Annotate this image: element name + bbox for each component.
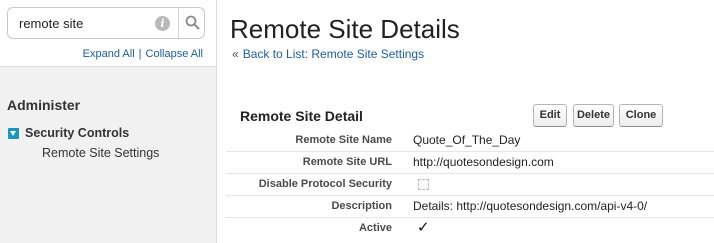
field-label: Description xyxy=(331,200,392,212)
link-separator: | xyxy=(138,48,142,60)
search-button[interactable] xyxy=(178,8,204,38)
sidebar-divider xyxy=(216,0,217,243)
tree-node-security-controls[interactable]: Security Controls xyxy=(8,125,129,141)
sidebar-search-area: i Expand All| Collapse All xyxy=(0,0,217,66)
back-to-list-link[interactable]: Back to List: Remote Site Settings xyxy=(243,47,424,61)
field-label: Active xyxy=(358,222,392,234)
detail-row-disable-protocol-security: Disable Protocol Security xyxy=(226,174,714,196)
expand-collapse-controls: Expand All | Collapse All xyxy=(0,48,203,60)
search-box[interactable]: i xyxy=(7,7,205,39)
section-title: Remote Site Detail xyxy=(240,108,363,124)
field-label: Disable Protocol Security xyxy=(258,178,392,190)
breadcrumb: « Back to List: Remote Site Settings xyxy=(232,47,424,61)
detail-row-remote-site-url: Remote Site URL http://quotesondesign.co… xyxy=(226,152,714,174)
unchecked-checkbox-icon xyxy=(418,179,429,190)
expand-all-link[interactable]: Expand All xyxy=(83,48,135,60)
tree-item-remote-site-settings[interactable]: Remote Site Settings xyxy=(42,146,159,160)
detail-row-description: Description Details: http://quotesondesi… xyxy=(226,196,714,218)
field-label: Remote Site Name xyxy=(295,134,392,146)
sidebar: i Expand All| Collapse All Administer Sec… xyxy=(0,0,217,243)
field-label: Remote Site URL xyxy=(302,156,392,168)
info-icon[interactable]: i xyxy=(155,16,170,31)
collapse-all-link[interactable]: Collapse All xyxy=(146,48,203,60)
search-input[interactable] xyxy=(8,8,178,38)
edit-button[interactable]: Edit xyxy=(533,104,567,127)
detail-row-remote-site-name: Remote Site Name Quote_Of_The_Day xyxy=(226,130,714,152)
checkmark-icon: ✓ xyxy=(417,219,430,236)
delete-button[interactable]: Delete xyxy=(573,104,614,127)
sidebar-section-heading: Administer xyxy=(7,97,81,113)
clone-button[interactable]: Clone xyxy=(619,104,663,127)
back-arrow-icon: « xyxy=(232,47,239,61)
field-value: Quote_Of_The_Day xyxy=(413,133,521,147)
field-value: http://quotesondesign.com xyxy=(413,155,554,169)
chevron-down-icon[interactable] xyxy=(8,127,19,139)
page-title: Remote Site Details xyxy=(230,14,460,44)
field-value: Details: http://quotesondesign.com/api-v… xyxy=(413,199,648,213)
tree-node-label: Security Controls xyxy=(25,126,130,140)
search-icon xyxy=(185,15,200,30)
detail-row-active: Active ✓ xyxy=(226,218,714,240)
